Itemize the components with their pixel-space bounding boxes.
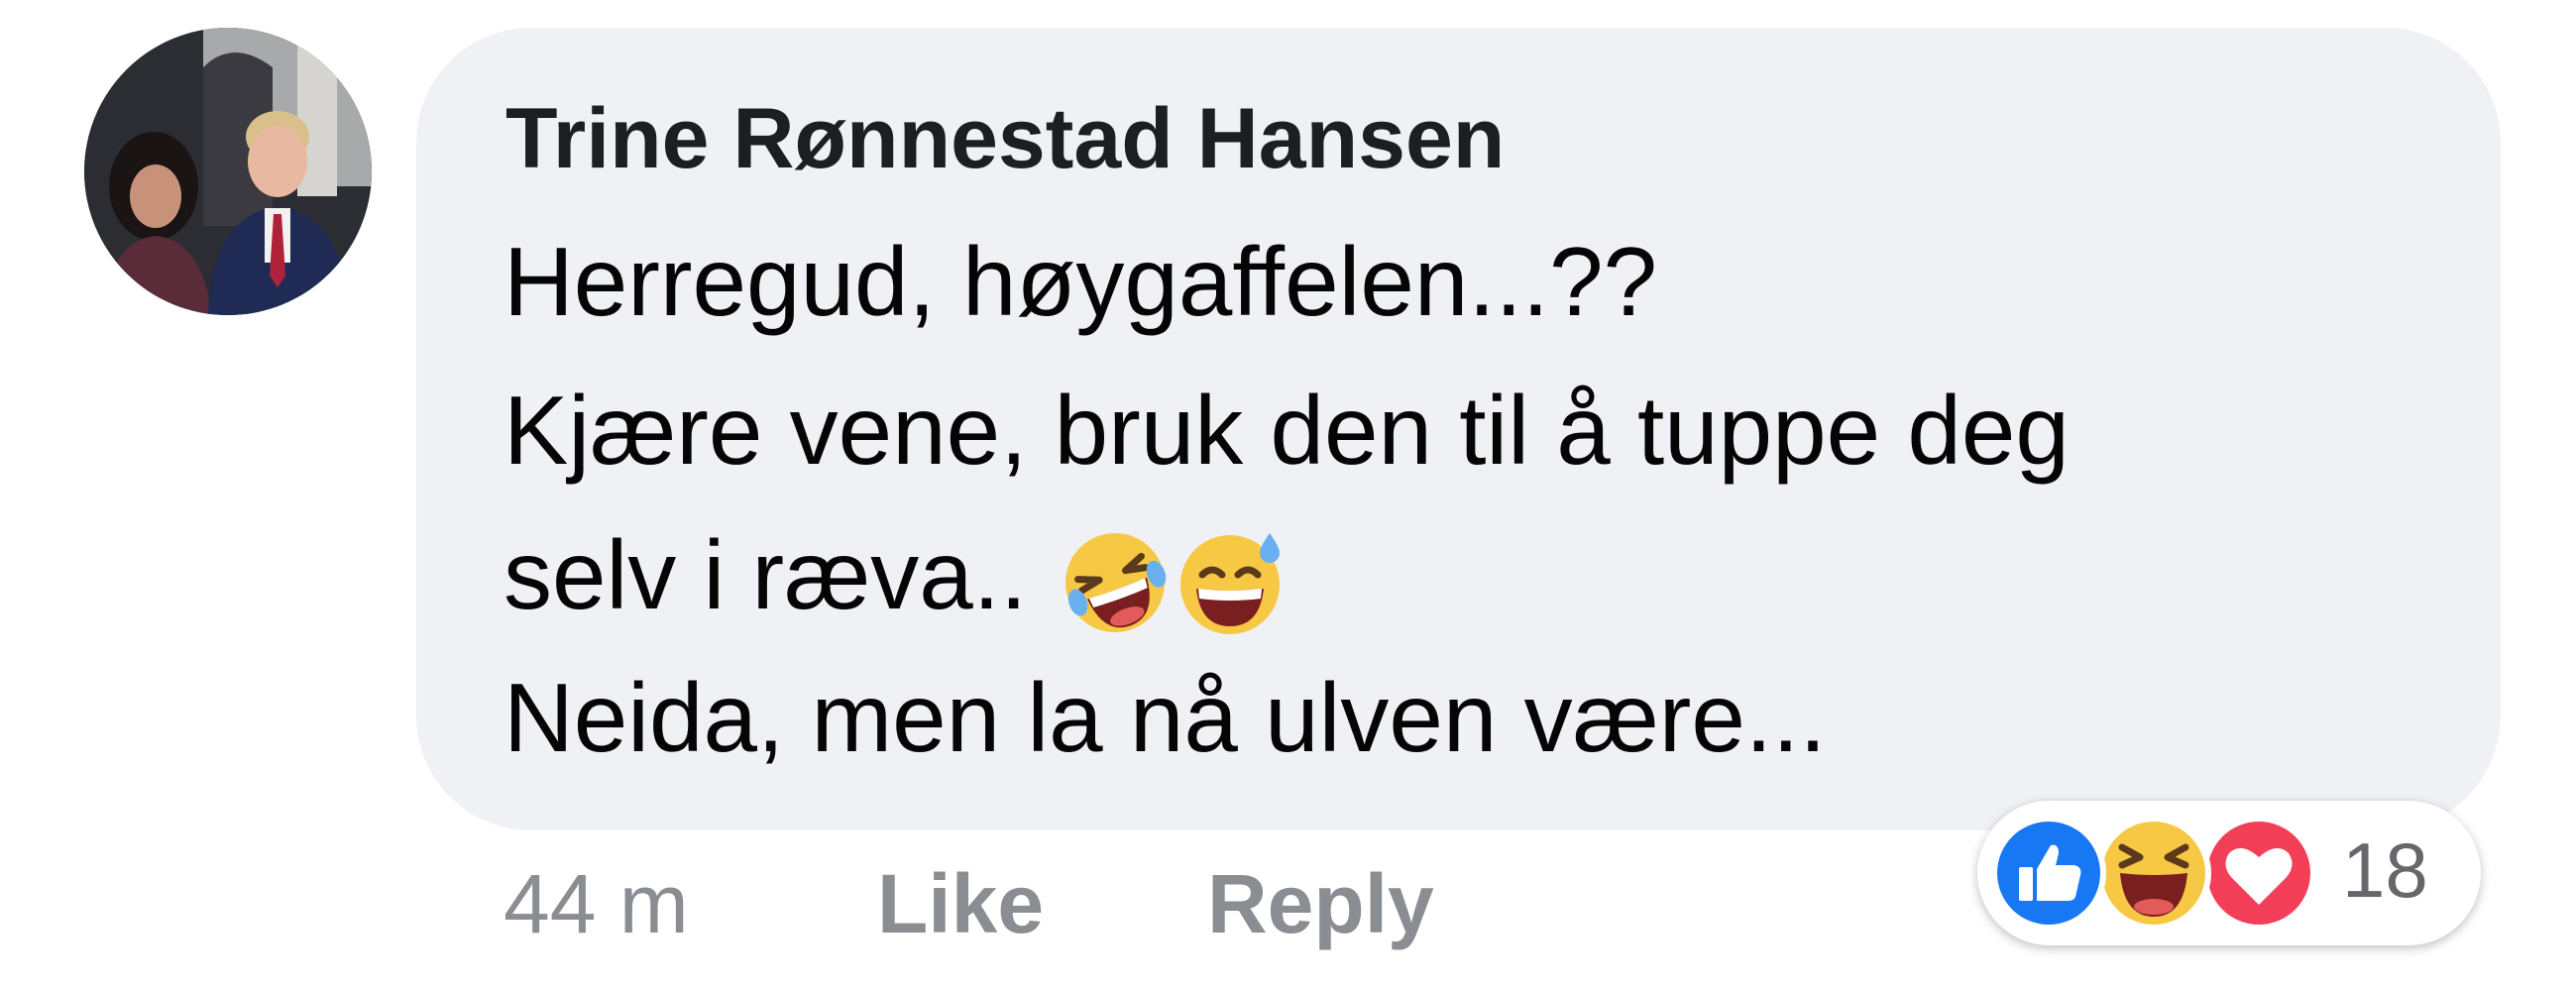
haha-reaction-icon [2094,814,2213,933]
comment-text-line-1: Herregud, høygaffelen...?? [504,227,1658,336]
reply-button[interactable]: Reply [1207,854,1434,953]
avatar[interactable] [84,28,372,315]
reactions-summary[interactable]: 18 [1977,801,2481,945]
reaction-count: 18 [2342,826,2428,914]
grinning-sweat-emoji [1176,527,1288,638]
comment-text-line-4: Neida, men la nå ulven være... [504,663,1827,772]
comment-text-line-3-text: selv i ræva.. [504,520,1028,629]
like-reaction-icon [1989,814,2108,933]
like-button[interactable]: Like [877,854,1044,953]
profile-photo [84,28,372,315]
comment-text-line-2: Kjære vene, bruk den til å tuppe deg [504,376,2070,485]
comment-timestamp[interactable]: 44 m [504,854,689,953]
comment-author[interactable]: Trine Rønnestad Hansen [505,89,1505,188]
rolling-on-floor-laughing-emoji [1060,527,1171,638]
comment-text-line-3: selv i ræva.. [504,515,1288,638]
comment-view: Trine Rønnestad Hansen Herregud, høygaff… [0,0,2576,991]
love-reaction-icon [2199,814,2318,933]
